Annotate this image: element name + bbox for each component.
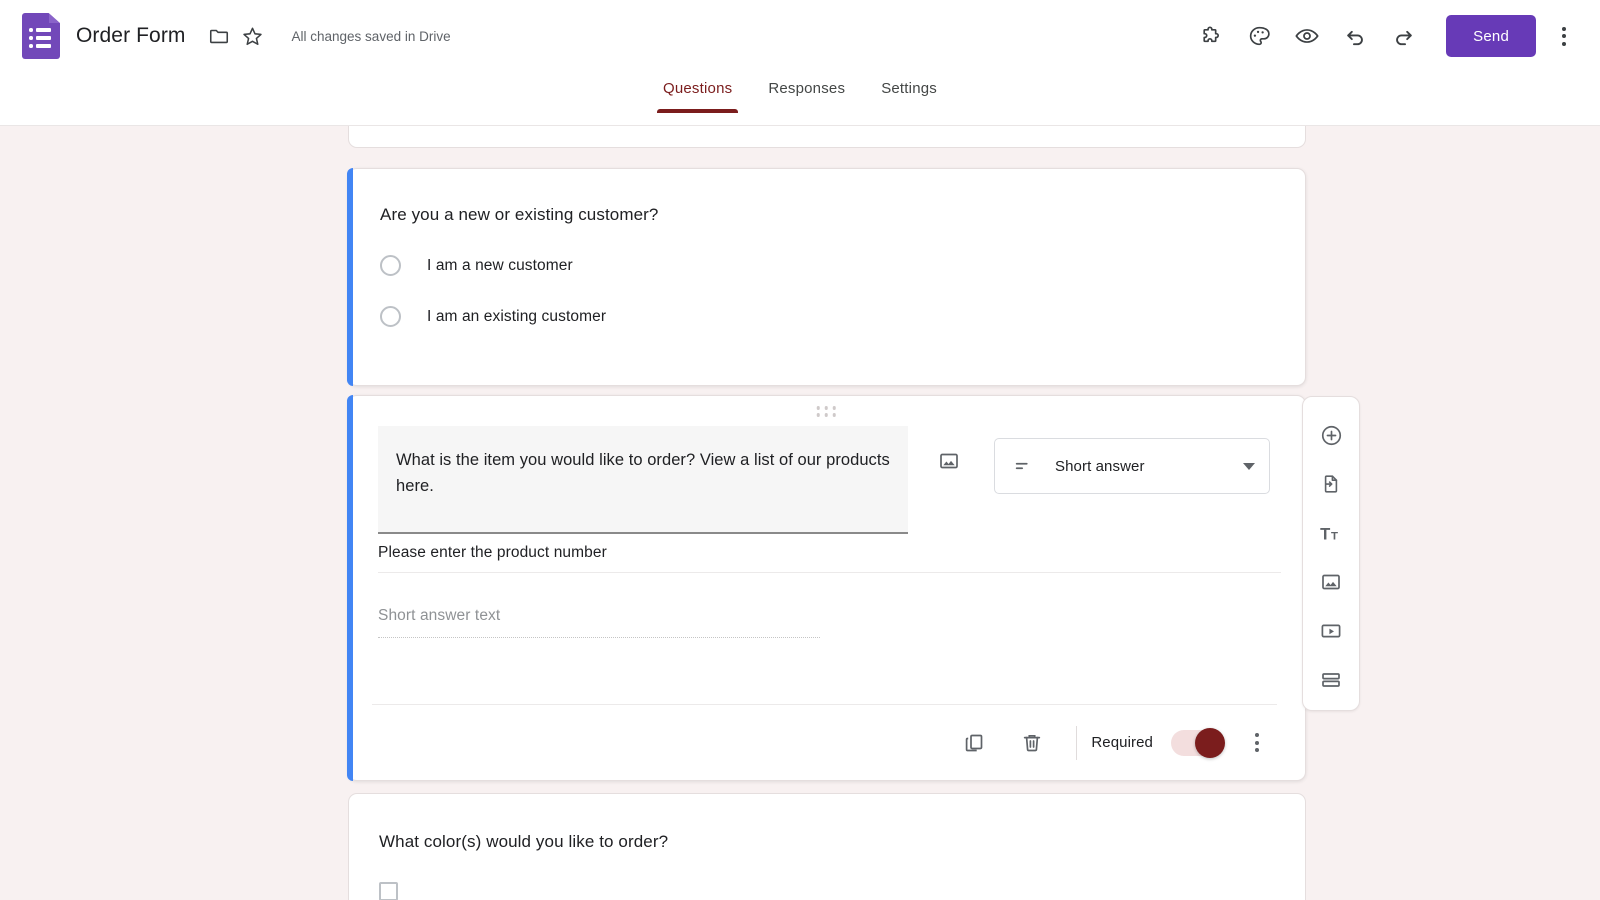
required-label: Required bbox=[1091, 734, 1153, 751]
question-card-item-order[interactable]: What is the item you would like to order… bbox=[348, 395, 1306, 781]
form-canvas: Are you a new or existing customer? I am… bbox=[0, 126, 1600, 900]
required-toggle[interactable] bbox=[1171, 730, 1223, 756]
question-card-colors[interactable]: What color(s) would you like to order? bbox=[348, 793, 1306, 900]
palette-icon[interactable] bbox=[1236, 13, 1282, 59]
add-image-icon[interactable] bbox=[926, 438, 972, 484]
question-title-input[interactable]: What is the item you would like to order… bbox=[378, 426, 908, 534]
add-section-button[interactable] bbox=[1309, 658, 1353, 702]
tab-questions[interactable]: Questions bbox=[645, 72, 750, 113]
star-icon[interactable] bbox=[236, 19, 270, 53]
add-question-button[interactable] bbox=[1309, 413, 1353, 457]
caret-down-icon[interactable] bbox=[1243, 463, 1255, 470]
question-type-label: Short answer bbox=[1055, 458, 1243, 475]
form-tabs: Questions Responses Settings bbox=[0, 72, 1600, 126]
folder-icon[interactable] bbox=[202, 19, 236, 53]
question-card-footer: Required bbox=[372, 704, 1277, 780]
more-vert-icon[interactable] bbox=[1542, 14, 1586, 58]
option-row-existing-customer[interactable]: I am an existing customer bbox=[348, 306, 1305, 327]
svg-text:T: T bbox=[1320, 524, 1330, 543]
eye-icon[interactable] bbox=[1284, 13, 1330, 59]
tab-responses[interactable]: Responses bbox=[750, 72, 863, 113]
question-title: Are you a new or existing customer? bbox=[348, 169, 1305, 225]
google-forms-logo-icon[interactable] bbox=[22, 13, 60, 59]
drag-handle-icon[interactable] bbox=[816, 406, 837, 417]
question-card-customer-type[interactable]: Are you a new or existing customer? I am… bbox=[348, 168, 1306, 386]
import-questions-button[interactable] bbox=[1309, 462, 1353, 506]
puzzle-piece-icon[interactable] bbox=[1188, 13, 1234, 59]
top-app-bar: Order Form All changes saved in Drive bbox=[0, 0, 1600, 72]
redo-icon[interactable] bbox=[1380, 13, 1426, 59]
question-description-input[interactable]: Please enter the product number bbox=[378, 544, 1281, 573]
option-row-new-customer[interactable]: I am a new customer bbox=[348, 255, 1305, 276]
option-label: I am a new customer bbox=[427, 257, 573, 275]
question-more-options-icon[interactable] bbox=[1237, 723, 1277, 763]
short-answer-icon bbox=[1013, 455, 1035, 477]
question-title: What color(s) would you like to order? bbox=[349, 794, 1305, 852]
checkbox-icon[interactable] bbox=[379, 882, 398, 900]
add-video-button[interactable] bbox=[1309, 609, 1353, 653]
tab-settings[interactable]: Settings bbox=[863, 72, 955, 113]
short-answer-placeholder: Short answer text bbox=[378, 607, 820, 638]
add-item-toolbar: T T bbox=[1302, 396, 1360, 711]
undo-icon[interactable] bbox=[1332, 13, 1378, 59]
toggle-knob bbox=[1195, 728, 1225, 758]
question-card-partial bbox=[348, 126, 1306, 148]
save-status-text: All changes saved in Drive bbox=[292, 29, 451, 44]
document-title[interactable]: Order Form bbox=[76, 24, 186, 48]
add-image-button[interactable] bbox=[1309, 560, 1353, 604]
send-button[interactable]: Send bbox=[1446, 15, 1536, 57]
question-type-select[interactable]: Short answer bbox=[994, 438, 1270, 494]
svg-text:T: T bbox=[1330, 530, 1337, 542]
trash-icon[interactable] bbox=[1010, 721, 1054, 765]
radio-icon[interactable] bbox=[380, 255, 401, 276]
question-header-row: What is the item you would like to order… bbox=[354, 396, 1305, 534]
option-label: I am an existing customer bbox=[427, 308, 606, 326]
duplicate-icon[interactable] bbox=[952, 721, 996, 765]
radio-icon[interactable] bbox=[380, 306, 401, 327]
footer-divider bbox=[1076, 726, 1077, 760]
add-title-description-button[interactable]: T T bbox=[1309, 511, 1353, 555]
